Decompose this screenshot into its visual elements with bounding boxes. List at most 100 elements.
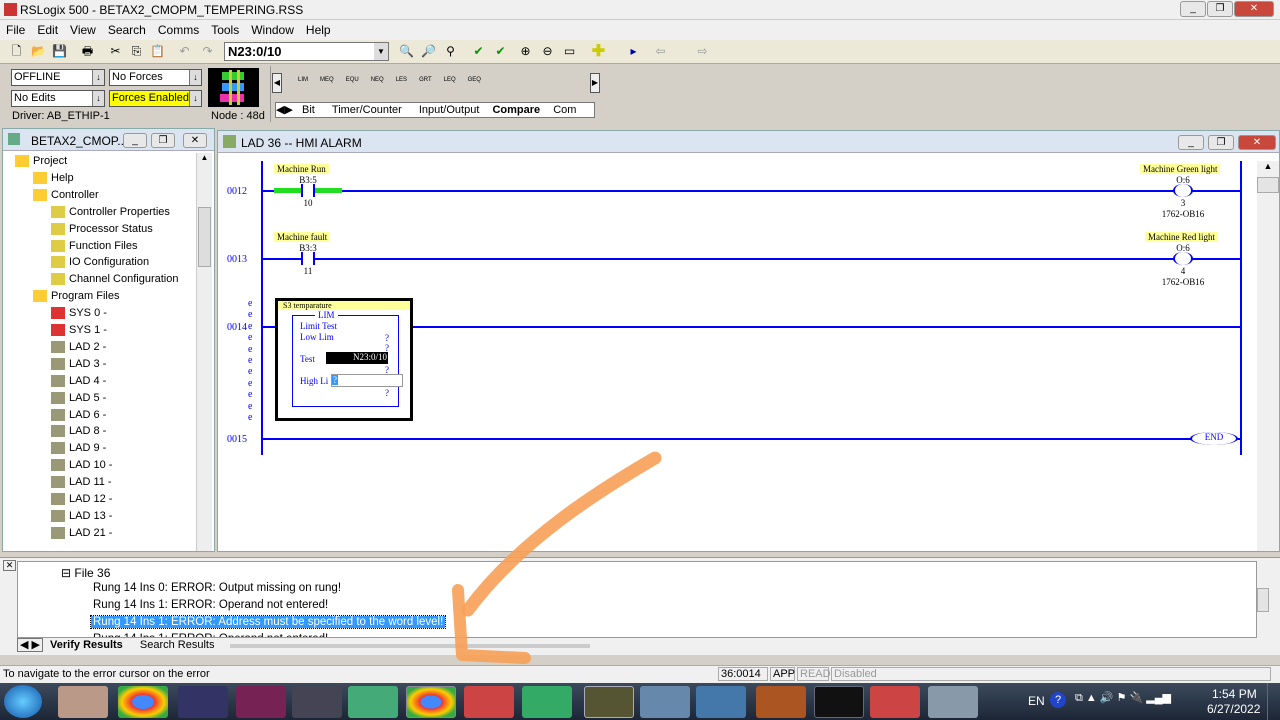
zoom-in-icon[interactable]: ⊕ [517,43,534,60]
tree-item[interactable]: LAD 21 - [51,527,112,539]
tab-search-results[interactable]: Search Results [140,639,215,651]
app-icon[interactable] [870,686,920,718]
menu-search[interactable]: Search [102,20,152,37]
help-icon[interactable]: ? [1050,692,1066,708]
cut-icon[interactable]: ✂ [107,43,124,60]
tree-item[interactable]: SYS 0 - [51,307,107,320]
instruction-button-meq[interactable]: MEQ [320,77,334,83]
project-close-button[interactable]: ✕ [183,133,207,148]
project-scrollbar[interactable]: ▲ [196,153,212,551]
app-icon[interactable] [756,686,806,718]
open-icon[interactable]: 📂 [30,43,47,60]
tree-item[interactable]: Project [15,155,67,168]
explorer-icon[interactable] [58,686,108,718]
tree-item[interactable]: SYS 1 - [51,324,107,337]
app-icon[interactable] [178,686,228,718]
low-lim-value[interactable]: ? [385,333,389,343]
tab-scroll-buttons[interactable]: ◀ ▶ [17,638,43,652]
tab-com[interactable]: Com [553,104,576,116]
scroll-up-icon[interactable]: ▲ [1257,161,1279,177]
chrome-icon[interactable] [118,686,168,718]
instruction-button-grt[interactable]: GRT [419,77,432,83]
tree-item[interactable]: LAD 8 - [51,425,106,438]
verify-scrollbar[interactable] [1257,588,1269,612]
tree-item[interactable]: Program Files [33,290,119,303]
ladder-scrollbar[interactable]: ▲ [1257,161,1279,551]
zoom-out-icon[interactable]: ⊖ [539,43,556,60]
chrome-icon[interactable] [406,686,456,718]
paint-icon[interactable] [928,686,978,718]
back-icon[interactable]: ⇦ [652,43,669,60]
redo-icon[interactable]: ↷ [199,43,216,60]
edits-select[interactable]: No Edits ↓ [11,90,105,107]
find-icon[interactable]: 🔍 [398,43,415,60]
find-all-icon[interactable]: ⚲ [442,43,459,60]
test-value[interactable]: N23:0/10 [326,352,388,364]
ote-coil[interactable] [1173,184,1193,197]
close-button[interactable]: ✕ [1234,1,1274,17]
scroll-up-icon[interactable]: ▲ [197,153,212,167]
ladder-close-button[interactable]: ✕ [1238,135,1276,150]
print-icon[interactable]: 🖶 [79,43,96,60]
copy-icon[interactable]: ⎘ [128,43,145,60]
tree-item[interactable]: IO Configuration [51,256,149,269]
address-combo[interactable]: N23:0/10 ▼ [224,42,389,61]
tree-item[interactable]: LAD 11 - [51,476,112,489]
menu-help[interactable]: Help [300,20,337,37]
verify-result-item[interactable]: Rung 14 Ins 1: ERROR: Operand not entere… [91,599,330,611]
tab-input-output[interactable]: Input/Output [419,104,480,116]
forces-enabled-select[interactable]: Forces Enabled ↓ [109,90,202,107]
instruction-button-geq[interactable]: GEQ [468,77,481,83]
file-node[interactable]: ⊟ File 36 [61,566,110,580]
tree-item[interactable]: LAD 6 - [51,409,106,421]
save-icon[interactable]: 💾 [51,43,68,60]
tree-item[interactable]: Controller [33,189,99,201]
menu-tools[interactable]: Tools [205,20,245,37]
chevron-down-icon[interactable]: ▼ [374,43,388,60]
tree-item[interactable]: Channel Configuration [51,273,178,286]
verify-result-item[interactable]: Rung 14 Ins 0: ERROR: Output missing on … [91,582,343,594]
tree-item[interactable]: Controller Properties [51,206,170,218]
project-restore-button[interactable]: ❐ [151,133,175,148]
xic-contact[interactable] [301,252,315,265]
add-rung-icon[interactable]: ✚ [590,43,607,60]
ladder-minimize-button[interactable]: _ [1178,135,1204,150]
tree-item[interactable]: LAD 9 - [51,442,106,455]
calculator-icon[interactable] [640,686,690,718]
start-button[interactable] [4,685,42,718]
tree-item[interactable]: LAD 2 - [51,341,106,353]
menu-window[interactable]: Window [245,20,300,37]
forward-icon[interactable]: ⇨ [694,43,711,60]
scroll-thumb[interactable] [1257,177,1279,193]
tree-item[interactable]: LAD 10 - [51,459,112,472]
tab-verify-results[interactable]: Verify Results [50,639,123,651]
verify-project-icon[interactable]: ✔ [492,43,509,60]
app-icon[interactable] [522,686,572,718]
tree-item[interactable]: Processor Status [51,223,153,235]
tab-compare[interactable]: Compare [492,104,540,116]
verify-result-item[interactable]: Rung 14 Ins 1: ERROR: Address must be sp… [89,615,447,629]
tree-item[interactable]: Help [33,172,74,184]
ladder-restore-button[interactable]: ❐ [1208,135,1234,150]
panel-close-icon[interactable]: ✕ [3,560,16,571]
undo-icon[interactable]: ↶ [176,43,193,60]
instruction-button-les[interactable]: LES [396,77,407,83]
palette-scroll-left[interactable]: ◀ [272,73,282,93]
winrar-icon[interactable] [236,686,286,718]
menu-view[interactable]: View [64,20,102,37]
window-icon[interactable]: ▭ [561,43,578,60]
scroll-thumb[interactable] [198,207,211,267]
menu-edit[interactable]: Edit [31,20,64,37]
instruction-button-equ[interactable]: EQU [346,77,359,83]
tab-scroll-left[interactable]: ◀▶ [276,104,293,116]
palette-scroll-right[interactable]: ▶ [590,73,600,93]
virtualbox-icon[interactable] [348,686,398,718]
xic-contact[interactable] [301,184,315,197]
play-icon[interactable]: ▸ [625,43,642,60]
language-indicator[interactable]: EN [1028,694,1045,708]
minimize-button[interactable]: _ [1180,1,1206,17]
rslogix-icon[interactable] [584,686,634,718]
new-icon[interactable]: 🗋 [8,43,25,60]
show-desktop-button[interactable] [1267,683,1280,720]
verify-file-icon[interactable]: ✔ [470,43,487,60]
